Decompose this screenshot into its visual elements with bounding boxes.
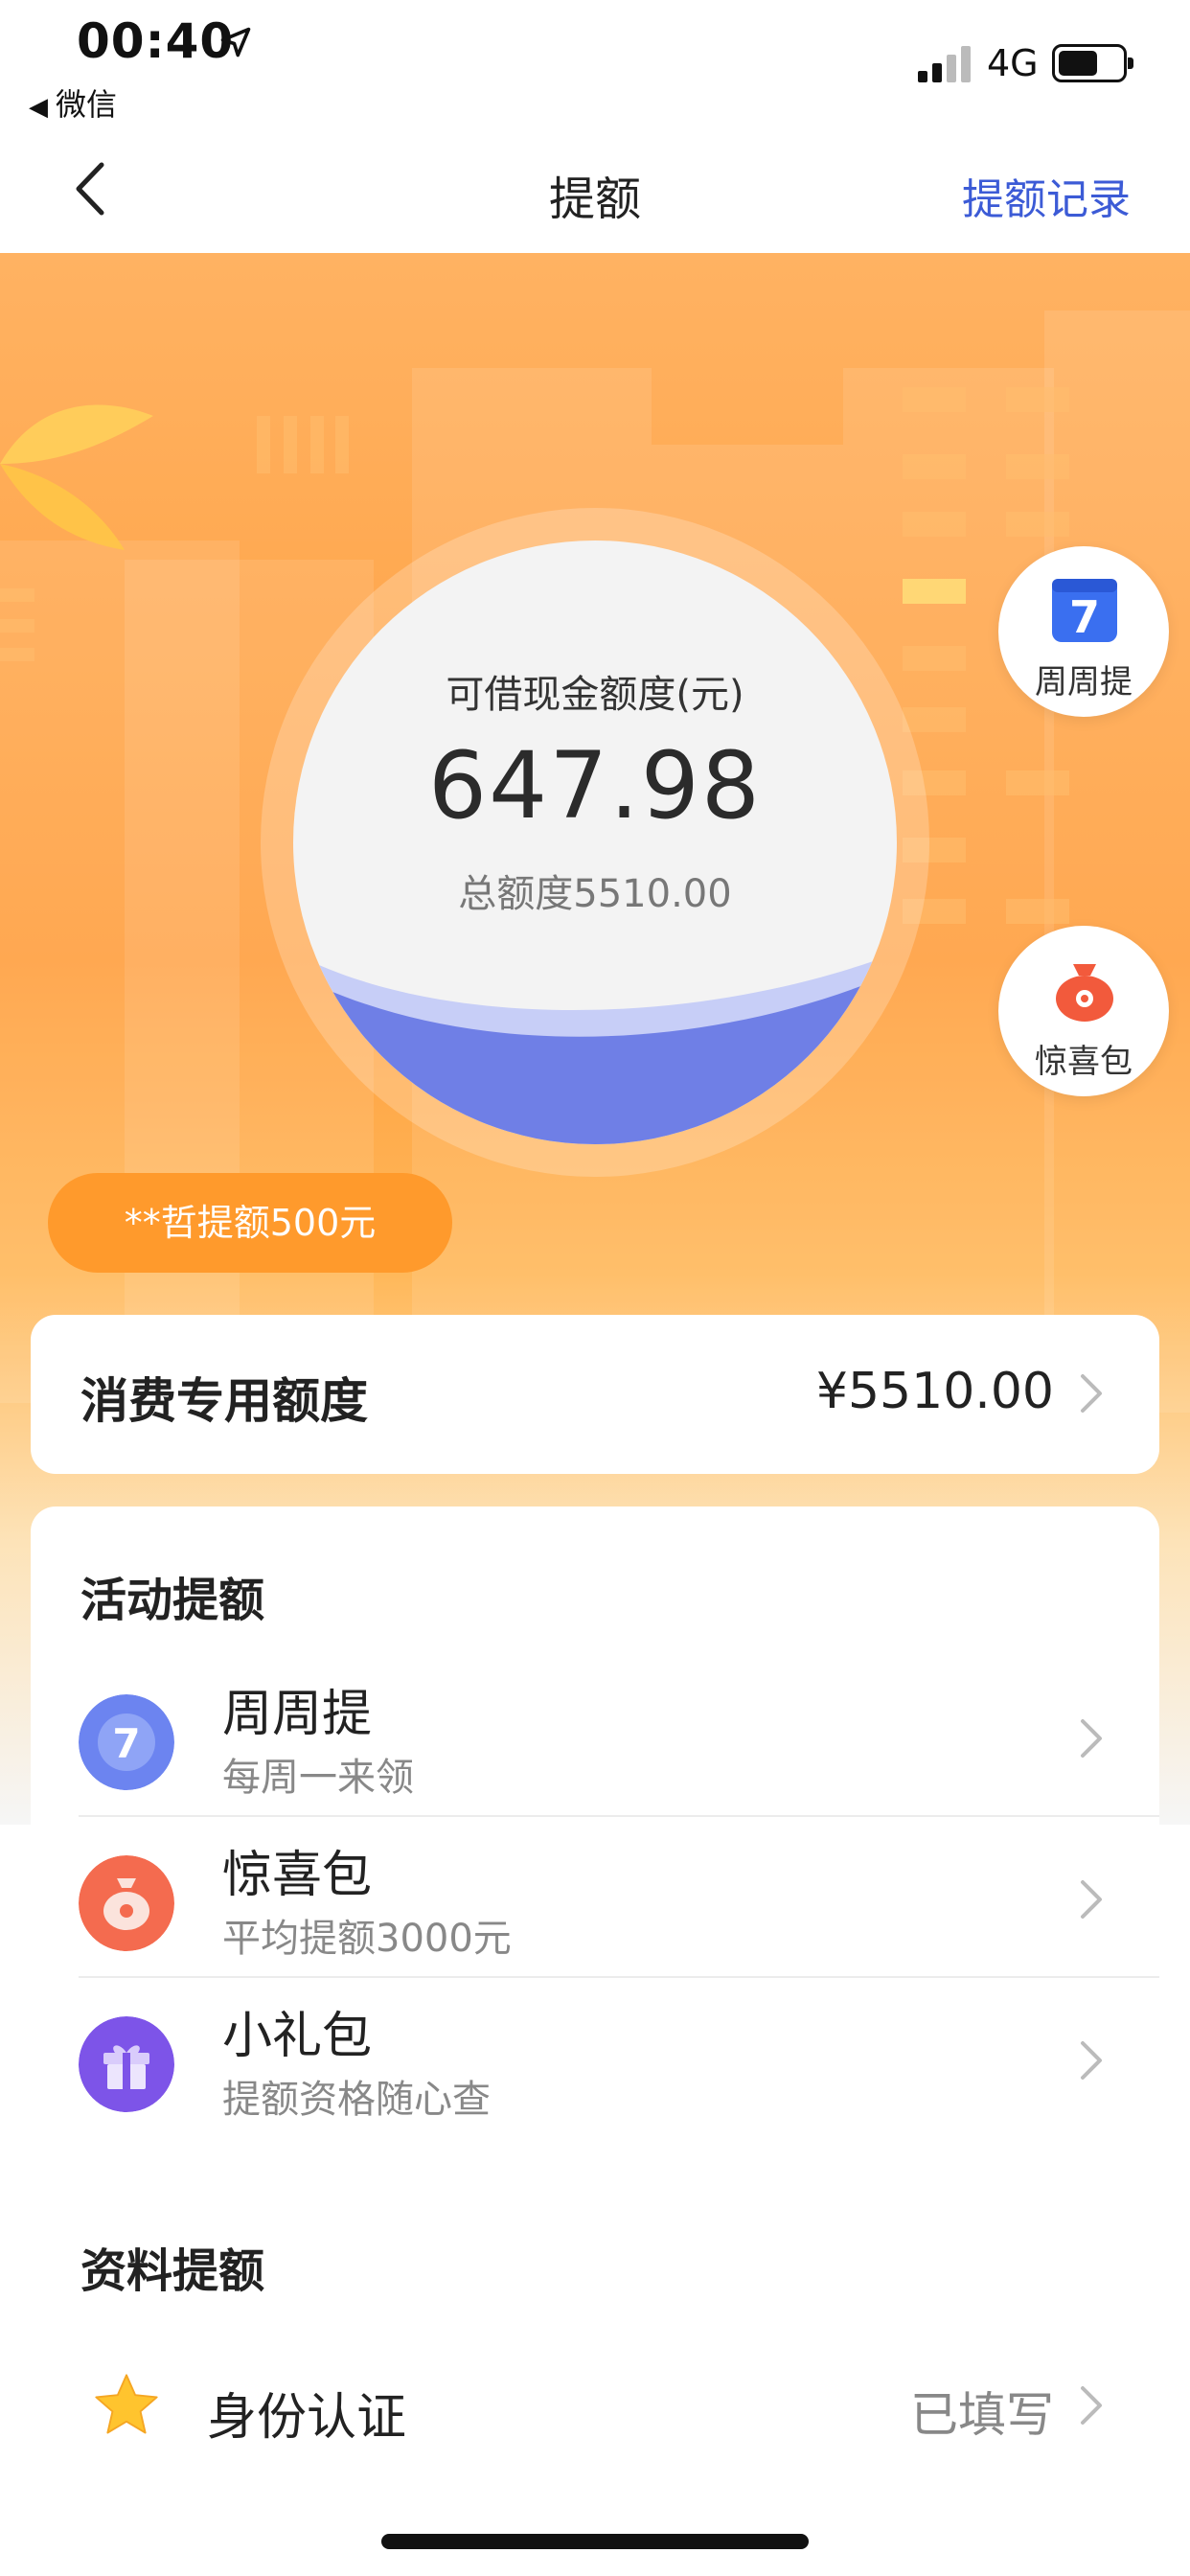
screen: 00:40 ◀ 微信 4G 提额 提额记录 可借现金额度(元) 647.98 总… — [0, 0, 1190, 2576]
signal-icon — [918, 46, 971, 82]
home-indicator[interactable] — [381, 2534, 809, 2549]
svg-text:7: 7 — [112, 1720, 140, 1767]
info-section-title: 资料提额 — [80, 2244, 265, 2298]
surprise-float-button[interactable]: 惊喜包 — [998, 926, 1169, 1096]
activity-row-title: 小礼包 — [222, 2008, 373, 2065]
surprise-bag-icon — [79, 1855, 174, 1951]
credit-gauge: 可借现金额度(元) 647.98 总额度5510.00 — [261, 508, 929, 1177]
activity-boost-card: 活动提额 7 周周提 每周一来领 惊喜包 平均提额3000元 小礼包 提额资格随… — [31, 1506, 1159, 2143]
weekly-float-button[interactable]: 7 周周提 — [998, 546, 1169, 717]
chevron-right-icon — [1081, 1880, 1102, 1919]
svg-text:7: 7 — [1069, 591, 1100, 643]
activity-row-title: 惊喜包 — [222, 1847, 373, 1904]
network-type: 4G — [987, 42, 1039, 84]
available-cash-amount: 647.98 — [428, 732, 762, 840]
status-bar: 00:40 ◀ 微信 4G — [0, 0, 1190, 125]
consumption-quota-card[interactable]: 消费专用额度 ¥5510.00 — [31, 1315, 1159, 1474]
activity-row-weekly[interactable]: 7 周周提 每周一来领 — [31, 1658, 1159, 1817]
weekly-7-icon: 7 — [79, 1694, 174, 1790]
promo-ticker: **哲提额500元 — [48, 1173, 452, 1273]
info-row-status: 已填写 — [910, 2387, 1054, 2443]
total-quota-label: 总额度5510.00 — [458, 872, 732, 916]
calendar-7-icon: 7 — [1052, 579, 1117, 643]
location-arrow-icon — [220, 27, 251, 58]
activity-row-title: 周周提 — [222, 1686, 373, 1743]
chevron-right-icon — [1081, 1719, 1102, 1758]
activity-row-subtitle: 提额资格随心查 — [222, 2078, 491, 2122]
activity-row-surprise[interactable]: 惊喜包 平均提额3000元 — [31, 1819, 1159, 1978]
back-triangle-icon: ◀ — [29, 93, 48, 122]
star-icon — [95, 2374, 158, 2434]
info-row-title: 身份认证 — [207, 2389, 407, 2447]
weekly-float-label: 周周提 — [1035, 663, 1133, 702]
battery-icon — [1052, 44, 1133, 82]
nav-bar: 提额 提额记录 — [0, 125, 1190, 253]
row-divider — [79, 1815, 1159, 1817]
surprise-float-label: 惊喜包 — [1035, 1043, 1133, 1081]
available-cash-label: 可借现金额度(元) — [446, 673, 744, 717]
records-link[interactable]: 提额记录 — [962, 165, 1131, 226]
leaf-decoration-icon — [0, 404, 153, 550]
credit-gauge-inner: 可借现金额度(元) 647.98 总额度5510.00 — [293, 540, 897, 1144]
activity-row-subtitle: 每周一来领 — [222, 1756, 414, 1800]
gift-box-icon — [79, 2016, 174, 2112]
status-time: 00:40 — [77, 13, 235, 69]
back-app-label: 微信 — [56, 86, 118, 123]
home-indicator-area — [0, 2476, 1190, 2576]
consumption-quota-amount: ¥5510.00 — [815, 1363, 1054, 1420]
wave-fill — [293, 953, 897, 1144]
chevron-right-icon — [1081, 2041, 1102, 2080]
money-bag-icon — [1056, 964, 1113, 1022]
activity-row-gift[interactable]: 小礼包 提额资格随心查 — [31, 1980, 1159, 2139]
chevron-right-icon — [1081, 2386, 1102, 2425]
activity-row-subtitle: 平均提额3000元 — [222, 1917, 512, 1961]
back-to-app[interactable]: ◀ 微信 — [29, 80, 117, 125]
activity-section-title: 活动提额 — [80, 1574, 265, 1627]
chevron-right-icon — [1081, 1374, 1102, 1413]
consumption-quota-title: 消费专用额度 — [80, 1373, 368, 1429]
row-divider — [79, 1976, 1159, 1978]
